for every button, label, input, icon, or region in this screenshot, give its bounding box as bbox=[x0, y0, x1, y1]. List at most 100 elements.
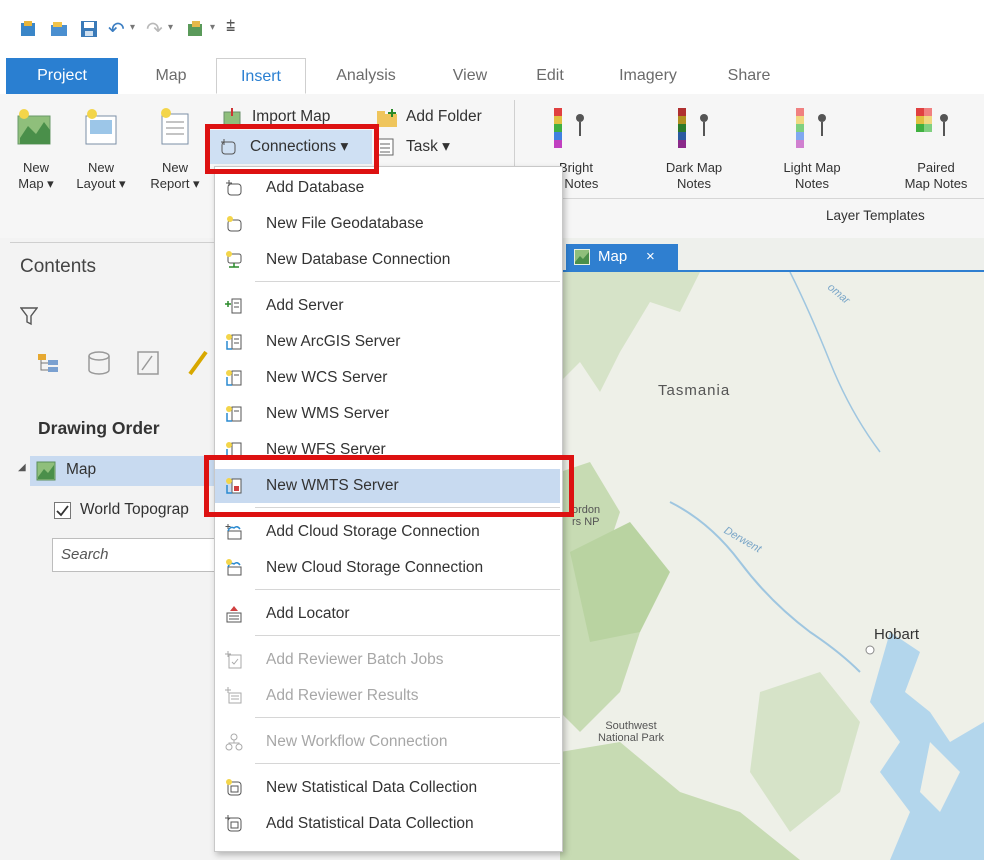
paired-map-notes-label-1: Paired bbox=[917, 160, 955, 175]
menu-item-new-wfs-server[interactable]: New WFS Server bbox=[215, 433, 560, 457]
menu-item-label: Add Statistical Data Collection bbox=[266, 815, 474, 832]
menu-item-new-wms-server[interactable]: New WMS Server bbox=[215, 397, 560, 431]
tab-project[interactable]: Project bbox=[6, 58, 118, 94]
tab-insert[interactable]: Insert bbox=[216, 58, 306, 94]
map-label-hobart: Hobart bbox=[874, 626, 920, 643]
open-project-icon[interactable] bbox=[50, 20, 68, 38]
bright-map-notes-icon bbox=[554, 108, 584, 148]
collapse-arrow-icon[interactable]: ◢ bbox=[18, 462, 26, 473]
menu-item-new-statistical-data-collection[interactable]: New Statistical Data Collection bbox=[215, 771, 560, 805]
new-report-button[interactable]: New Report ▾ bbox=[140, 106, 210, 206]
connections-callout-box bbox=[205, 124, 379, 174]
basemap-terrain[interactable] bbox=[560, 272, 984, 860]
paired-map-notes-icon bbox=[916, 108, 948, 136]
menu-separator bbox=[255, 763, 560, 764]
tab-share[interactable]: Share bbox=[716, 58, 782, 94]
light-map-notes-icon bbox=[796, 108, 826, 148]
map-label-southwest-1: Southwest bbox=[605, 720, 657, 732]
map-label-southwest-2: National Park bbox=[597, 732, 665, 744]
list-by-selection-icon[interactable] bbox=[136, 350, 162, 376]
wms-server-icon bbox=[226, 406, 242, 422]
add-folder-button[interactable]: Add Folder bbox=[376, 106, 506, 130]
layer-tree-item[interactable]: World Topograp bbox=[54, 496, 214, 526]
arcgis-server-icon bbox=[226, 334, 242, 350]
menu-item-add-reviewer-batch-jobs: Add Reviewer Batch Jobs bbox=[215, 643, 560, 677]
list-by-drawing-order-icon[interactable] bbox=[36, 352, 62, 374]
menu-item-new-database-connection[interactable]: New Database Connection bbox=[215, 243, 560, 277]
new-layout-label-2: Layout ▾ bbox=[76, 176, 126, 191]
new-map-label-2: Map ▾ bbox=[18, 176, 54, 191]
menu-item-add-locator[interactable]: Add Locator bbox=[215, 597, 560, 631]
database-connection-icon bbox=[226, 251, 242, 268]
new-layout-button[interactable]: New Layout ▾ bbox=[66, 106, 136, 206]
menu-separator bbox=[255, 635, 560, 636]
customize-icon[interactable] bbox=[186, 20, 204, 38]
map-view[interactable]: Tasmania Hobart Southwest National Park … bbox=[560, 238, 984, 860]
customize-dropdown-icon[interactable]: ▾ bbox=[210, 22, 215, 33]
filter-icon[interactable] bbox=[20, 306, 38, 326]
tab-analysis[interactable]: Analysis bbox=[318, 58, 414, 94]
new-map-label-1: New bbox=[22, 160, 49, 175]
new-report-label-1: New bbox=[161, 160, 188, 175]
new-layout-icon bbox=[85, 109, 117, 145]
file-geodatabase-icon bbox=[227, 216, 242, 232]
map-view-tab[interactable]: Map × bbox=[566, 244, 678, 270]
tab-imagery[interactable]: Imagery bbox=[604, 58, 692, 94]
map-label-gordon-2: rs NP bbox=[572, 516, 600, 528]
undo-dropdown-icon[interactable]: ▾ bbox=[130, 22, 135, 33]
task-button[interactable]: Task ▾ bbox=[376, 134, 476, 160]
add-server-icon bbox=[225, 298, 242, 314]
group-label-divider bbox=[516, 198, 984, 199]
add-folder-label: Add Folder bbox=[406, 108, 482, 125]
menu-item-new-cloud-storage-connection[interactable]: New Cloud Storage Connection bbox=[215, 551, 560, 585]
tab-view[interactable]: View bbox=[438, 58, 502, 94]
tab-edit[interactable]: Edit bbox=[524, 58, 576, 94]
paired-map-notes-button[interactable]: Paired Map Notes bbox=[890, 106, 982, 206]
menu-item-label: Add Reviewer Results bbox=[266, 687, 419, 704]
new-cloud-storage-icon bbox=[226, 559, 242, 576]
new-project-icon[interactable] bbox=[20, 20, 38, 38]
new-map-button[interactable]: New Map ▾ bbox=[8, 106, 64, 206]
add-cloud-storage-icon bbox=[225, 524, 242, 540]
dark-map-notes-label-2: Notes bbox=[677, 176, 711, 191]
layer-templates-group-label: Layer Templates bbox=[826, 208, 925, 223]
menu-item-label: New WCS Server bbox=[266, 369, 388, 386]
menu-item-label: Add Reviewer Batch Jobs bbox=[266, 651, 444, 668]
drawing-order-heading: Drawing Order bbox=[38, 418, 160, 438]
map-label-gordon: ordon rs NP bbox=[572, 504, 600, 528]
tab-map[interactable]: Map bbox=[136, 58, 206, 94]
redo-icon[interactable]: ↷ bbox=[146, 17, 163, 42]
map-tree-item[interactable]: ◢ Map bbox=[18, 456, 220, 486]
menu-item-new-wcs-server[interactable]: New WCS Server bbox=[215, 361, 560, 395]
menu-item-new-arcgis-server[interactable]: New ArcGIS Server bbox=[215, 325, 560, 359]
layer-visibility-checkbox[interactable] bbox=[54, 502, 71, 519]
undo-icon[interactable]: ↶ bbox=[108, 17, 125, 42]
menu-item-add-database[interactable]: Add Database bbox=[215, 171, 560, 205]
quick-access-toolbar: ↶ ▾ ↷ ▾ ▾ ⩲ bbox=[0, 0, 984, 58]
menu-item-new-workflow-connection: New Workflow Connection bbox=[215, 725, 560, 759]
light-map-notes-button[interactable]: Light Map Notes bbox=[772, 106, 852, 206]
map-tab-close-icon[interactable]: × bbox=[646, 244, 655, 270]
menu-item-add-cloud-storage-connection[interactable]: Add Cloud Storage Connection bbox=[215, 515, 560, 549]
wcs-server-icon bbox=[226, 370, 242, 386]
menu-item-add-statistical-data-collection[interactable]: Add Statistical Data Collection bbox=[215, 807, 560, 841]
dark-map-notes-button[interactable]: Dark Map Notes bbox=[654, 106, 734, 206]
map-label-tasmania: Tasmania bbox=[658, 382, 731, 399]
light-map-notes-label-1: Light Map bbox=[783, 160, 841, 175]
list-by-editing-icon[interactable] bbox=[186, 348, 214, 378]
new-layout-label-1: New bbox=[87, 160, 114, 175]
list-by-source-icon[interactable] bbox=[86, 350, 112, 376]
menu-item-new-file-geodatabase[interactable]: New File Geodatabase bbox=[215, 207, 560, 241]
menu-separator bbox=[255, 717, 560, 718]
menu-item-add-server[interactable]: Add Server bbox=[215, 289, 560, 323]
menu-item-label: Add Cloud Storage Connection bbox=[266, 523, 480, 540]
search-input[interactable]: Search bbox=[52, 538, 222, 572]
save-icon[interactable] bbox=[80, 20, 98, 38]
reviewer-batch-jobs-icon bbox=[225, 651, 242, 669]
menu-item-add-reviewer-results: Add Reviewer Results bbox=[215, 679, 560, 713]
ribbon-tabs: Project Map Insert Analysis View Edit Im… bbox=[0, 58, 984, 95]
customize-qat-icon[interactable]: ⩲ bbox=[226, 18, 235, 36]
redo-dropdown-icon[interactable]: ▾ bbox=[168, 22, 173, 33]
reviewer-results-icon bbox=[225, 687, 242, 704]
menu-item-label: Add Server bbox=[266, 297, 344, 314]
